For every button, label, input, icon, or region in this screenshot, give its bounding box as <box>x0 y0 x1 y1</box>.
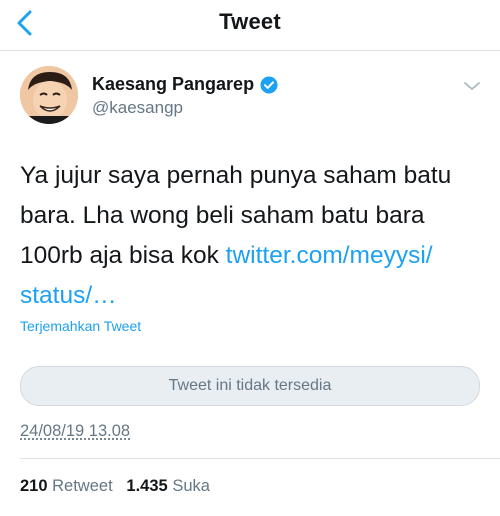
tweet-link[interactable]: twitter.com/meyysi/ <box>226 242 433 269</box>
like-count: 1.435 <box>126 477 168 495</box>
tweet-line-text: 100rb aja bisa kok <box>20 242 226 269</box>
tweet-stats: 210 Retweet 1.435 Suka <box>20 477 210 496</box>
retweet-count: 210 <box>20 477 48 495</box>
tweet-text: Ya jujur saya pernah punya saham batu ba… <box>20 156 480 316</box>
tweet-line: 100rb aja bisa kok twitter.com/meyysi/ <box>20 236 480 276</box>
author-name[interactable]: Kaesang Pangarep <box>92 74 278 95</box>
translate-tweet-link[interactable]: Terjemahkan Tweet <box>20 318 141 334</box>
tweet-link-continued[interactable]: status/… <box>20 282 117 309</box>
tweet-line: Ya jujur saya pernah punya saham batu <box>20 162 452 189</box>
quoted-tweet-unavailable: Tweet ini tidak tersedia <box>20 366 480 406</box>
avatar[interactable] <box>20 66 78 124</box>
tweet-line: status/… <box>20 276 480 316</box>
chevron-down-icon[interactable] <box>462 80 482 92</box>
tweet-line: bara. Lha wong beli saham batu bara <box>20 202 425 229</box>
author-name-text: Kaesang Pangarep <box>92 74 255 94</box>
verified-badge-icon <box>260 75 278 94</box>
divider <box>20 458 500 459</box>
navigation-bar: Tweet <box>0 0 500 51</box>
author-handle[interactable]: @kaesangp <box>92 98 183 118</box>
retweet-stat[interactable]: 210 Retweet <box>20 477 117 495</box>
page-title: Tweet <box>219 9 281 34</box>
like-stat[interactable]: 1.435 Suka <box>126 477 210 495</box>
retweet-label: Retweet <box>52 477 113 495</box>
tweet-timestamp[interactable]: 24/08/19 13.08 <box>20 422 130 441</box>
like-label: Suka <box>172 477 210 495</box>
